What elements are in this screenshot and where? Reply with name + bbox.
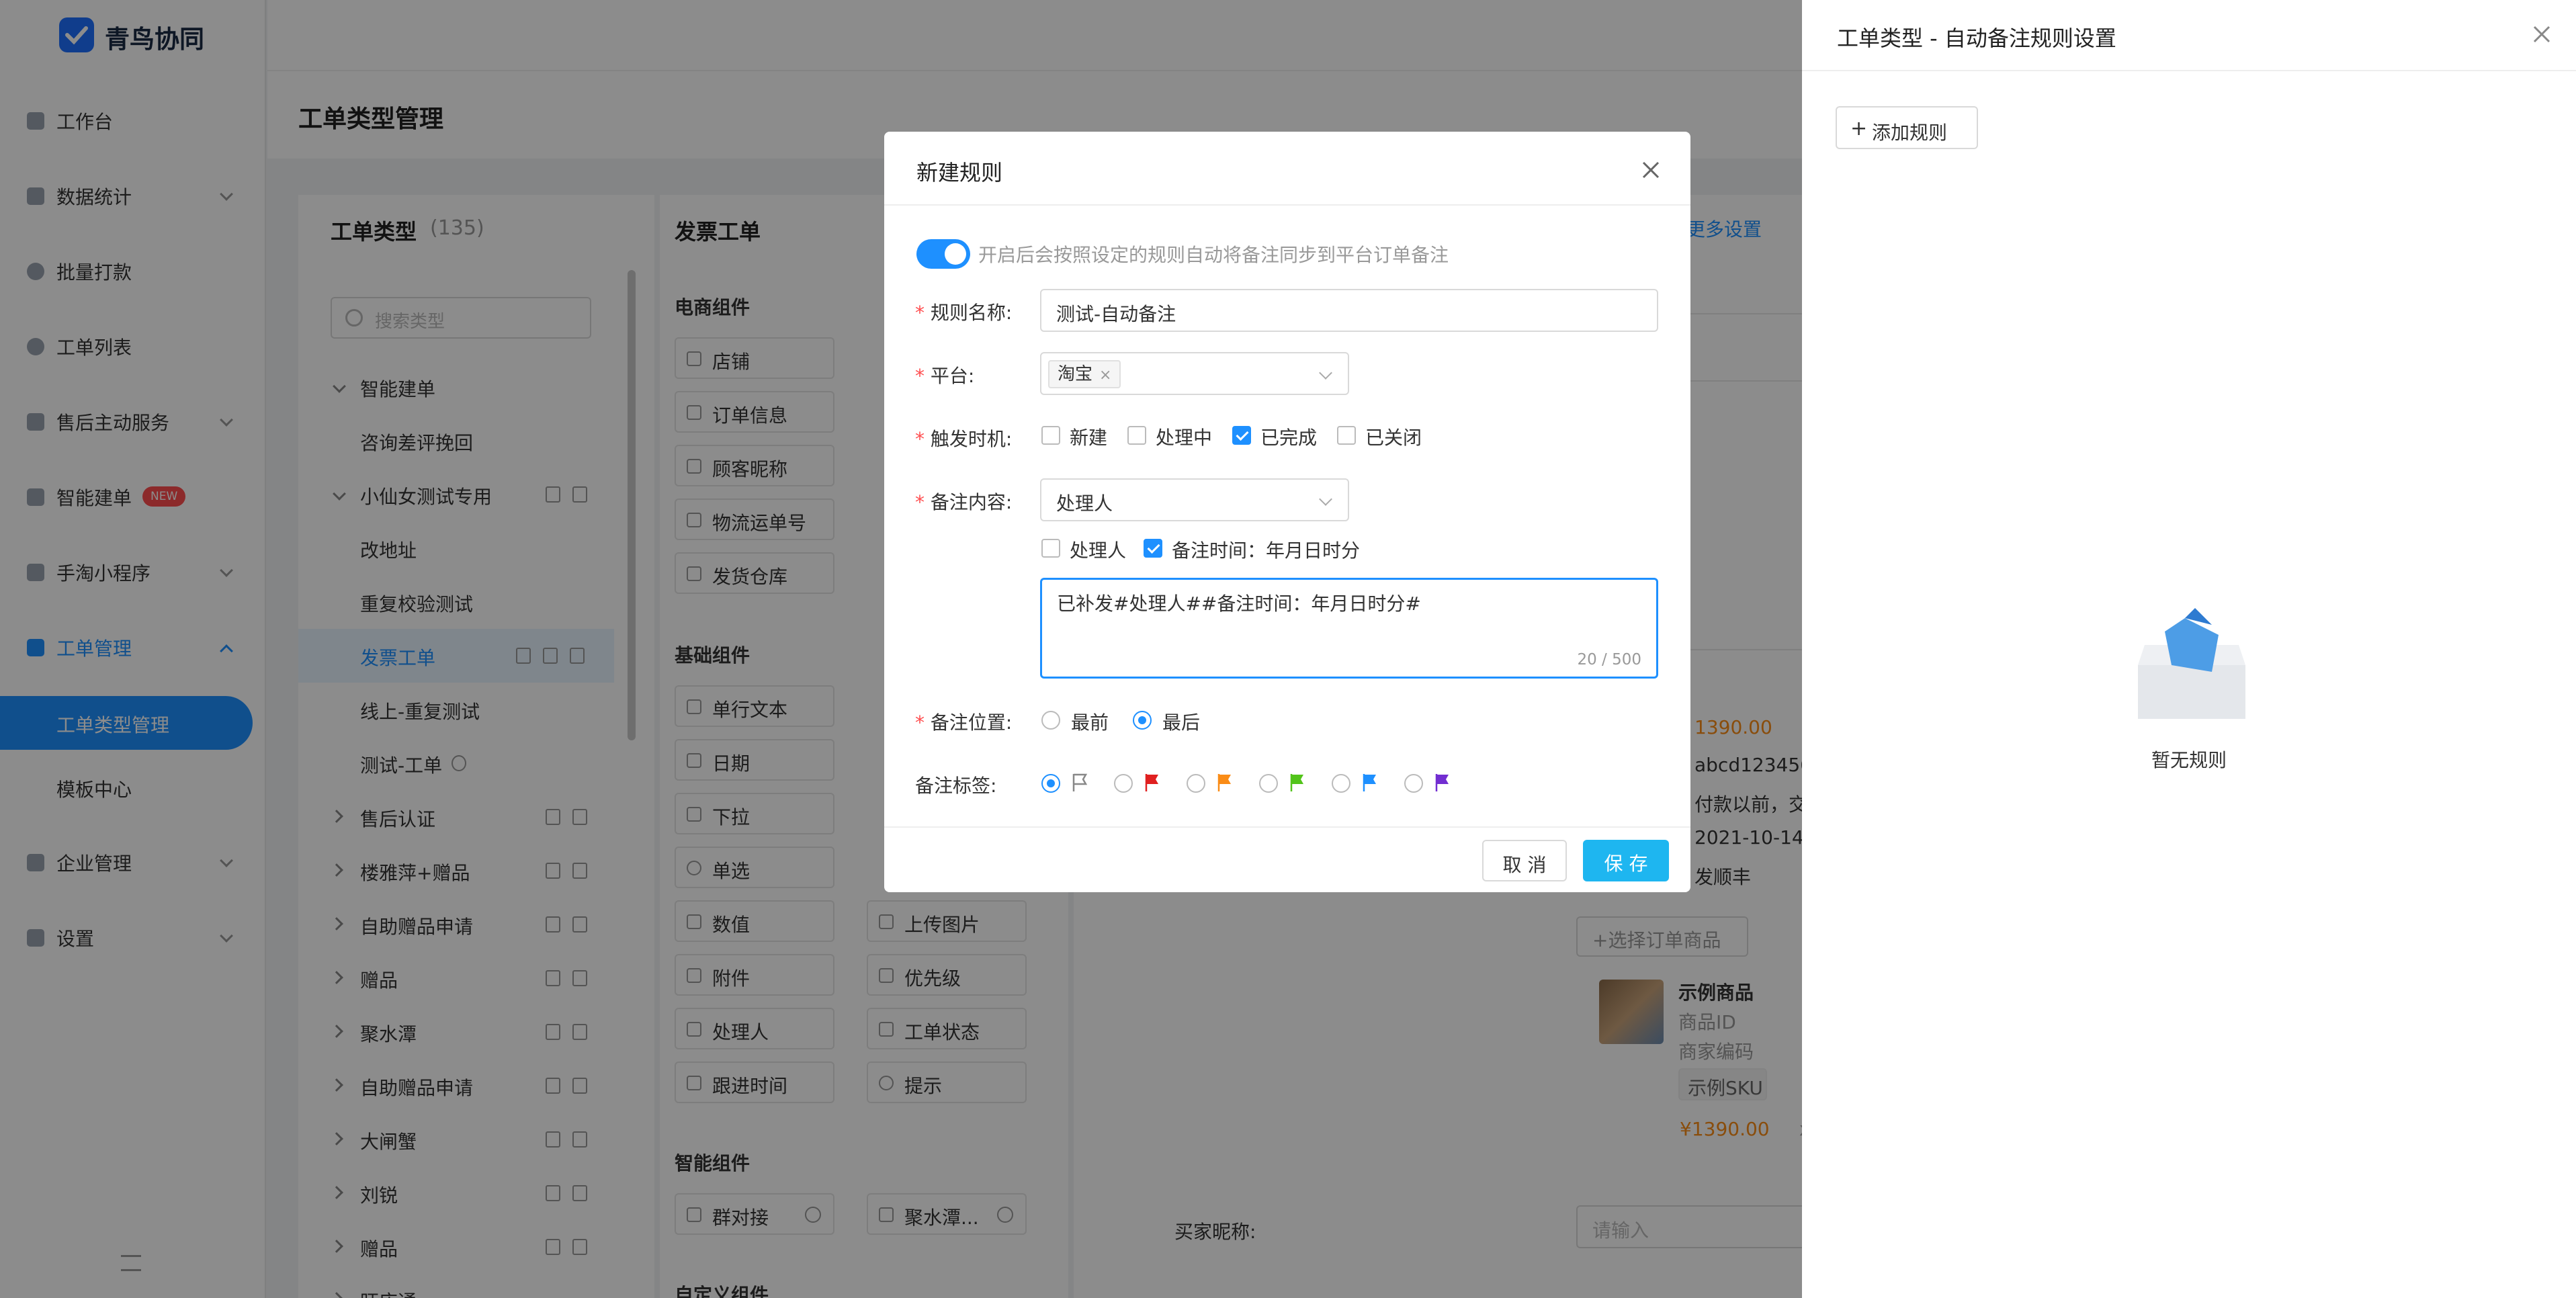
trigger-checkbox-closed[interactable] — [1337, 426, 1356, 445]
trigger-option-label: 处理中 — [1156, 427, 1213, 449]
required-mark: * — [915, 302, 931, 324]
drawer-title: 工单类型 - 自动备注规则设置 — [1837, 26, 2116, 51]
trigger-checkbox-done[interactable] — [1232, 426, 1251, 445]
save-label: 保 存 — [1604, 853, 1648, 875]
content-textarea[interactable]: 已补发#处理人##备注时间：年月日时分# 20 / 500 — [1040, 578, 1658, 679]
required-mark: * — [915, 428, 931, 450]
flag-outline-icon — [1071, 773, 1088, 793]
empty-box-icon — [2131, 605, 2252, 726]
add-rule-button[interactable]: + 添加规则 — [1836, 106, 1978, 149]
divider — [884, 826, 1690, 828]
required-mark: * — [915, 365, 931, 387]
flag-radio-red[interactable] — [1114, 774, 1133, 793]
flag-radio-purple[interactable] — [1404, 774, 1423, 793]
platform-select[interactable]: 淘宝 × — [1040, 352, 1349, 395]
content-label: * 备注内容: — [915, 488, 1012, 515]
trigger-label-text: 触发时机: — [930, 428, 1013, 450]
rule-settings-drawer: 工单类型 - 自动备注规则设置 + 添加规则 暂无规则 — [1802, 0, 2576, 1298]
flag-radio-none[interactable] — [1041, 774, 1060, 793]
modal-title: 新建规则 — [916, 160, 1003, 185]
add-rule-label: 添加规则 — [1872, 122, 1948, 144]
trigger-option-label: 新建 — [1070, 427, 1108, 449]
position-option-label: 最前 — [1071, 711, 1109, 734]
chevron-down-icon — [1319, 366, 1332, 380]
plus-icon: + — [1850, 117, 1868, 140]
divider — [1802, 70, 2576, 71]
sync-toggle[interactable] — [916, 239, 970, 269]
chevron-down-icon — [1319, 492, 1332, 506]
divider — [884, 204, 1690, 206]
trigger-option-label: 已完成 — [1260, 427, 1318, 449]
rule-name-value: 测试-自动备注 — [1056, 303, 1176, 325]
rule-name-input[interactable]: 测试-自动备注 — [1040, 289, 1658, 332]
close-icon[interactable] — [1639, 159, 1662, 181]
trigger-label: * 触发时机: — [915, 425, 1012, 451]
trigger-option-label: 已关闭 — [1365, 427, 1422, 449]
flag-radio-green[interactable] — [1259, 774, 1278, 793]
flag-red-icon — [1144, 773, 1161, 793]
position-option-label: 最后 — [1162, 711, 1201, 734]
toggle-description: 开启后会按照设定的规则自动将备注同步到平台订单备注 — [978, 244, 1449, 266]
position-radio-last[interactable] — [1133, 711, 1152, 730]
content-option-label: 处理人 — [1070, 539, 1127, 562]
content-text: 已补发#处理人##备注时间：年月日时分# — [1057, 593, 1421, 615]
flag-label: 备注标签: — [915, 775, 997, 797]
content-select[interactable]: 处理人 — [1040, 478, 1349, 521]
content-select-value: 处理人 — [1056, 492, 1113, 515]
cancel-button[interactable]: 取 消 — [1482, 840, 1567, 881]
flag-radio-blue[interactable] — [1332, 774, 1350, 793]
toggle-knob — [945, 243, 966, 265]
trigger-checkbox-new[interactable] — [1041, 426, 1060, 445]
content-checkbox-time[interactable] — [1144, 539, 1162, 558]
close-icon[interactable] — [2530, 23, 2553, 46]
content-checkbox-handler[interactable] — [1041, 539, 1060, 558]
position-label: * 备注位置: — [915, 708, 1012, 735]
tag-close-icon[interactable]: × — [1099, 367, 1111, 384]
platform-tag: 淘宝 × — [1048, 360, 1121, 388]
flag-blue-icon — [1361, 773, 1379, 793]
position-label-text: 备注位置: — [930, 711, 1013, 734]
new-rule-modal: 新建规则 开启后会按照设定的规则自动将备注同步到平台订单备注 * 规则名称: 测… — [884, 132, 1690, 892]
position-radio-first[interactable] — [1041, 711, 1060, 730]
content-option-label: 备注时间：年月日时分 — [1172, 539, 1361, 562]
required-mark: * — [915, 491, 931, 513]
rule-name-label: * 规则名称: — [915, 298, 1012, 325]
empty-text: 暂无规则 — [2151, 749, 2227, 771]
platform-label: * 平台: — [915, 361, 974, 388]
flag-radio-orange[interactable] — [1187, 774, 1205, 793]
char-count: 20 / 500 — [1577, 651, 1641, 668]
flag-green-icon — [1289, 773, 1306, 793]
platform-label-text: 平台: — [930, 365, 975, 387]
trigger-checkbox-processing[interactable] — [1127, 426, 1146, 445]
content-label-text: 备注内容: — [930, 491, 1013, 513]
flag-orange-icon — [1216, 773, 1234, 793]
save-button[interactable]: 保 存 — [1583, 840, 1669, 881]
platform-tag-label: 淘宝 — [1058, 364, 1093, 384]
cancel-label: 取 消 — [1502, 854, 1547, 876]
flag-purple-icon — [1434, 773, 1451, 793]
rule-name-label-text: 规则名称: — [930, 302, 1013, 324]
required-mark: * — [915, 711, 931, 734]
